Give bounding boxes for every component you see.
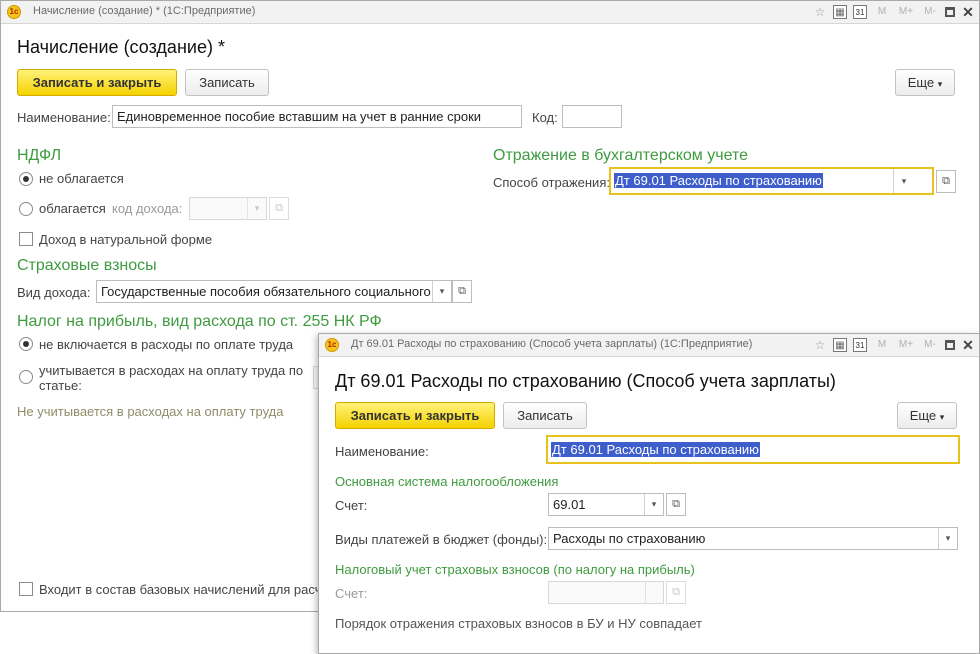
chevron-down-icon: ▾: [939, 412, 945, 422]
close-icon[interactable]: ✕: [961, 338, 975, 352]
accounting-section-title: Отражение в бухгалтерском учете: [493, 147, 748, 164]
code-field[interactable]: [562, 105, 622, 128]
main-tax-section-title: Основная система налогообложения: [335, 474, 559, 489]
page-title: Начисление (создание) *: [17, 37, 225, 57]
popup-name-value: Дт 69.01 Расходы по страхованию: [551, 442, 760, 457]
profit-not-included-radio[interactable]: [19, 337, 33, 351]
maximize-icon[interactable]: [945, 7, 955, 17]
chevron-down-icon: ▾: [247, 198, 266, 219]
popup-save-button[interactable]: Записать: [503, 402, 587, 429]
popup-page-title: Дт 69.01 Расходы по страхованию (Способ …: [335, 371, 836, 391]
app-logo-icon: 1c: [325, 338, 339, 352]
popup-name-field[interactable]: Дт 69.01 Расходы по страхованию: [546, 435, 960, 464]
accounting-method-field[interactable]: Дт 69.01 Расходы по страхованию ▾: [609, 167, 934, 195]
income-type-label: Вид дохода:: [17, 285, 91, 300]
account-value: 69.01: [553, 497, 586, 512]
ndfl-not-taxed-label: не облагается: [39, 171, 124, 186]
calendar-icon[interactable]: 31: [853, 5, 867, 19]
popup-window: 1c Дт 69.01 Расходы по страхованию (Спос…: [318, 333, 980, 654]
insurance-section-title: Страховые взносы: [17, 257, 157, 274]
accounting-method-value: Дт 69.01 Расходы по страхованию: [614, 173, 823, 188]
more-button-label: Еще: [909, 408, 937, 423]
open-icon: ⧉: [269, 197, 289, 220]
popup-name-label: Наименование:: [335, 444, 429, 459]
income-code-field: ▾: [189, 197, 267, 220]
popup-note: Порядок отражения страховых взносов в БУ…: [335, 616, 702, 631]
income-type-value: Государственные пособия обязательного со…: [101, 284, 431, 299]
app-logo-icon: 1c: [7, 5, 21, 19]
profit-included-label-line1: учитывается в расходах на оплату труда п…: [39, 363, 304, 378]
calculator-icon[interactable]: ▦: [833, 338, 847, 352]
chevron-down-icon: [645, 582, 664, 603]
base-accruals-checkbox[interactable]: [19, 582, 33, 596]
name-field[interactable]: Единовременное пособие вставшим на учет …: [112, 105, 522, 128]
natural-form-checkbox[interactable]: [19, 232, 33, 246]
natural-form-label: Доход в натуральной форме: [39, 232, 213, 247]
ndfl-taxed-radio[interactable]: [19, 202, 33, 216]
more-button-label: Еще: [907, 75, 935, 90]
save-and-close-button[interactable]: Записать и закрыть: [17, 69, 177, 96]
close-icon[interactable]: ✕: [961, 5, 975, 19]
more-button[interactable]: Еще ▾: [895, 69, 955, 96]
income-code-label: код дохода:: [112, 201, 183, 216]
account-label: Счет:: [335, 498, 368, 513]
memory-m-icon[interactable]: M: [873, 338, 891, 352]
main-title-icons: ☆ ▦ 31 M M+ M- ✕: [813, 4, 975, 20]
calendar-icon[interactable]: 31: [853, 338, 867, 352]
memory-plus-icon[interactable]: M+: [897, 338, 915, 352]
chevron-down-icon[interactable]: ▾: [938, 528, 957, 549]
chevron-down-icon[interactable]: ▾: [893, 169, 914, 193]
tax-insurance-section-title: Налоговый учет страховых взносов (по нал…: [335, 562, 695, 577]
open-icon: ⧉: [666, 581, 686, 604]
calculator-icon[interactable]: ▦: [833, 5, 847, 19]
income-type-field[interactable]: Государственные пособия обязательного со…: [96, 280, 452, 303]
popup-titlebar: 1c Дт 69.01 Расходы по страхованию (Спос…: [319, 334, 979, 357]
popup-save-and-close-button[interactable]: Записать и закрыть: [335, 402, 495, 429]
profit-not-included-label: не включается в расходы по оплате труда: [39, 337, 294, 352]
accounting-method-label: Способ отражения:: [493, 175, 610, 190]
popup-more-button[interactable]: Еще ▾: [897, 402, 957, 429]
save-button[interactable]: Записать: [185, 69, 269, 96]
memory-plus-icon[interactable]: M+: [897, 5, 915, 19]
chevron-down-icon: ▾: [937, 79, 943, 89]
popup-window-title: Дт 69.01 Расходы по страхованию (Способ …: [351, 338, 753, 350]
budget-payments-label: Виды платежей в бюджет (фонды):: [335, 532, 548, 547]
ndfl-taxed-label: облагается: [39, 201, 106, 216]
profit-note: Не учитывается в расходах на оплату труд…: [17, 404, 284, 419]
favorite-star-icon[interactable]: ☆: [813, 5, 827, 19]
code-label: Код:: [532, 110, 558, 125]
open-icon[interactable]: ⧉: [666, 493, 686, 516]
budget-payments-field[interactable]: Расходы по страхованию ▾: [548, 527, 958, 550]
ndfl-section-title: НДФЛ: [17, 147, 62, 164]
ndfl-not-taxed-radio[interactable]: [19, 172, 33, 186]
chevron-down-icon[interactable]: ▾: [432, 281, 451, 302]
main-titlebar: 1c Начисление (создание) * (1С:Предприят…: [1, 1, 979, 24]
base-accruals-label: Входит в состав базовых начислений для р…: [39, 582, 322, 597]
open-icon[interactable]: ⧉: [452, 280, 472, 303]
profit-tax-section-title: Налог на прибыль, вид расхода по ст. 255…: [17, 313, 382, 330]
memory-m-icon[interactable]: M: [873, 5, 891, 19]
profit-included-label-line2: статье:: [39, 378, 82, 393]
name-label: Наименование:: [17, 110, 111, 125]
favorite-star-icon[interactable]: ☆: [813, 338, 827, 352]
memory-minus-icon[interactable]: M-: [921, 5, 939, 19]
memory-minus-icon[interactable]: M-: [921, 338, 939, 352]
main-window-title: Начисление (создание) * (1С:Предприятие): [33, 5, 256, 17]
budget-payments-value: Расходы по страхованию: [553, 531, 706, 546]
profit-included-radio[interactable]: [19, 370, 33, 384]
account2-label: Счет:: [335, 586, 368, 601]
popup-title-icons: ☆ ▦ 31 M M+ M- ✕: [813, 337, 975, 353]
chevron-down-icon[interactable]: ▾: [644, 494, 663, 515]
open-icon[interactable]: ⧉: [936, 170, 956, 193]
account-field[interactable]: 69.01 ▾: [548, 493, 664, 516]
maximize-icon[interactable]: [945, 340, 955, 350]
